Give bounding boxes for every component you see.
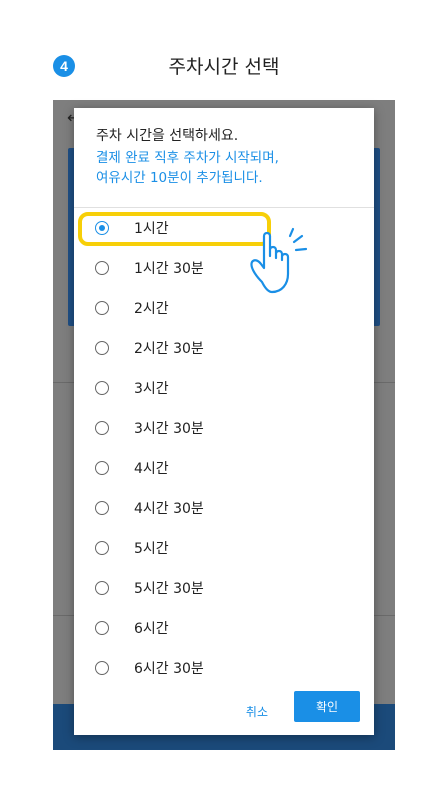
time-select-dialog: 주차 시간을 선택하세요. 결제 완료 직후 주차가 시작되며, 여유시간 10…: [74, 108, 374, 735]
dialog-header: 주차 시간을 선택하세요. 결제 완료 직후 주차가 시작되며, 여유시간 10…: [96, 126, 358, 188]
radio-button[interactable]: [95, 301, 109, 315]
option-label: 6시간 30분: [134, 661, 204, 677]
option-label: 2시간: [134, 301, 169, 317]
time-option[interactable]: 4시간 30분: [74, 488, 374, 528]
option-label: 4시간 30분: [134, 501, 204, 517]
radio-button[interactable]: [95, 461, 109, 475]
time-option[interactable]: 6시간 30분: [74, 648, 374, 684]
radio-button[interactable]: [95, 381, 109, 395]
radio-button[interactable]: [95, 581, 109, 595]
radio-button[interactable]: [95, 261, 109, 275]
option-label: 5시간 30분: [134, 581, 204, 597]
time-option[interactable]: 1시간 30분: [74, 248, 374, 288]
option-label: 1시간: [134, 221, 169, 237]
notice-text: 결제 완료 직후 주차가 시작되며, 여유시간 10분이 추가됩니다.: [96, 148, 358, 188]
time-option[interactable]: 4시간: [74, 448, 374, 488]
options-list[interactable]: 1시간 1시간 30분 2시간 2시간 30분 3시간 3시간 30분 4시간 4시간 30분…: [74, 208, 374, 684]
notice-line: 결제 완료 직후 주차가 시작되며,: [96, 150, 279, 166]
instruction-text: 주차 시간을 선택하세요.: [96, 128, 239, 144]
radio-button[interactable]: [95, 621, 109, 635]
page-title: 주차시간 선택: [168, 56, 280, 78]
radio-button[interactable]: [95, 341, 109, 355]
option-label: 1시간 30분: [134, 261, 204, 277]
time-option[interactable]: 2시간: [74, 288, 374, 328]
radio-button[interactable]: [95, 541, 109, 555]
option-label: 4시간: [134, 461, 169, 477]
time-option[interactable]: 2시간 30분: [74, 328, 374, 368]
radio-button[interactable]: [95, 421, 109, 435]
time-option[interactable]: 5시간 30분: [74, 568, 374, 608]
radio-button[interactable]: [95, 221, 109, 235]
radio-button[interactable]: [95, 661, 109, 675]
option-label: 3시간: [134, 381, 169, 397]
option-label: 5시간: [134, 541, 169, 557]
time-option[interactable]: 3시간: [74, 368, 374, 408]
confirm-button[interactable]: 확인: [294, 691, 360, 722]
time-option[interactable]: 6시간: [74, 608, 374, 648]
cancel-button[interactable]: 취소: [240, 697, 274, 726]
time-option[interactable]: 1시간: [74, 208, 374, 248]
option-label: 6시간: [134, 621, 169, 637]
time-option[interactable]: 3시간 30분: [74, 408, 374, 448]
time-option[interactable]: 5시간: [74, 528, 374, 568]
radio-button[interactable]: [95, 501, 109, 515]
option-label: 2시간 30분: [134, 341, 204, 357]
notice-line: 여유시간 10분이 추가됩니다.: [96, 170, 263, 186]
dialog-footer: 취소 확인: [74, 685, 374, 735]
tap-hand-icon: [250, 227, 308, 294]
option-label: 3시간 30분: [134, 421, 204, 437]
